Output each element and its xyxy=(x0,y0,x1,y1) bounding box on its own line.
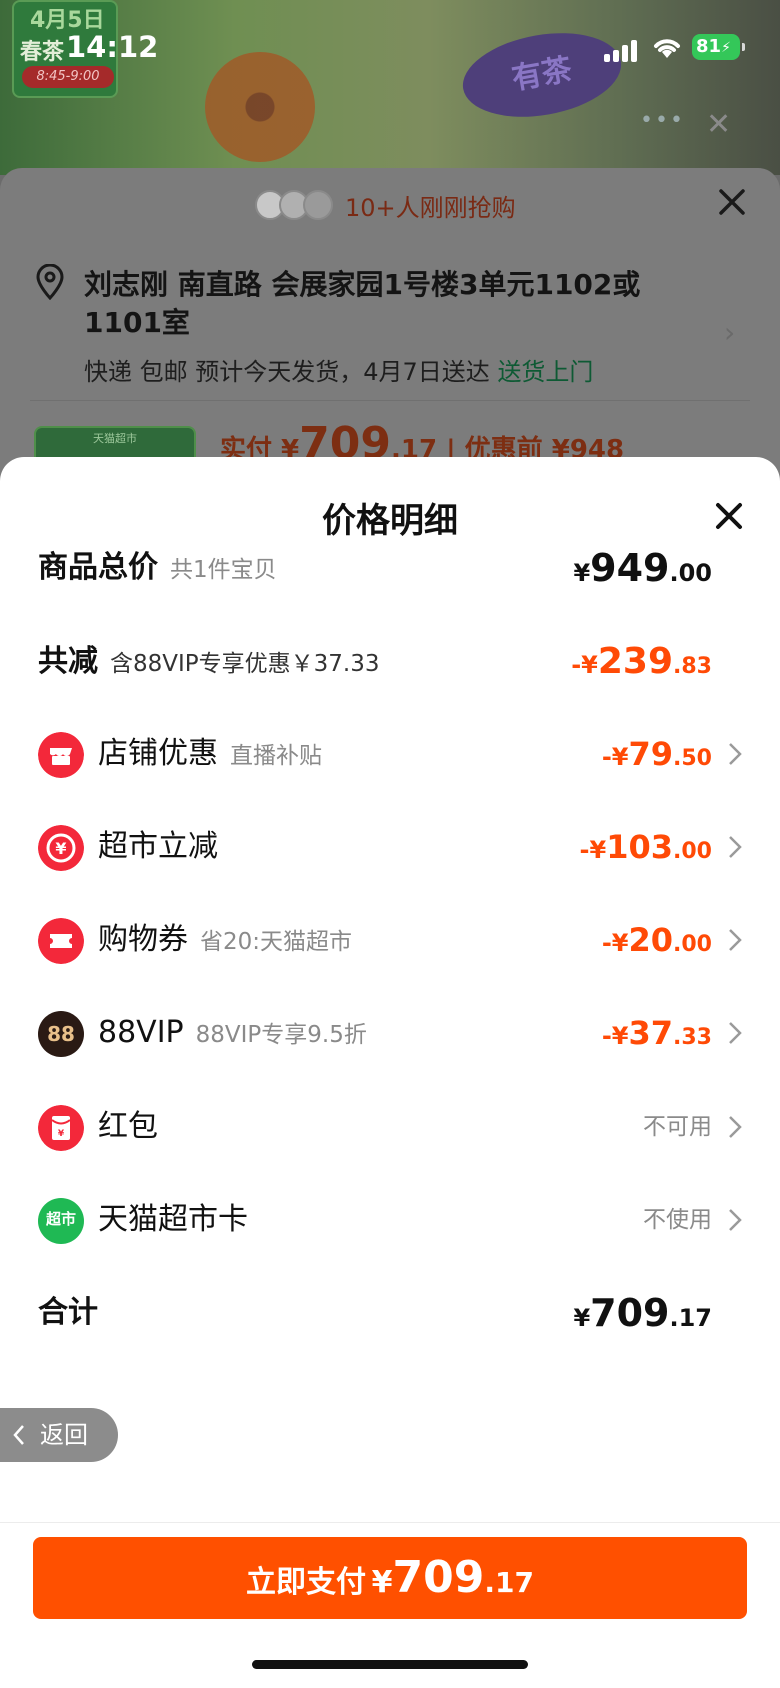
avatar xyxy=(303,190,333,220)
pay-now-button[interactable]: 立即支付 ¥709.17 xyxy=(33,1537,747,1619)
goods-total-amount: ¥949.00 xyxy=(573,546,712,590)
buyer-avatars xyxy=(255,190,335,224)
discount-label: 天猫超市卡 xyxy=(98,1190,248,1250)
coupon-icon xyxy=(38,918,84,964)
pay-currency: ¥ xyxy=(371,1565,393,1600)
tmall-card-icon: 超市 xyxy=(38,1198,84,1244)
discount-amount: -¥79.50 xyxy=(601,735,712,773)
chevron-right-icon[interactable] xyxy=(726,833,744,861)
discount-label: 超市立减 xyxy=(98,817,218,877)
status-time: 14:12 xyxy=(66,30,159,64)
discount-title: 购物券 xyxy=(98,922,188,957)
back-label: 返回 xyxy=(40,1421,88,1449)
discount-row-tmall-card[interactable]: 超市 天猫超市卡 不使用 xyxy=(38,1190,744,1250)
price-detail-modal: 价格明细 商品总价 共1件宝贝 ¥949.00 共减 含88VIP专享优惠￥37.3… xyxy=(0,457,780,1688)
delivery-info: 快递 包邮 预计今天发货，4月7日送达 送货上门 xyxy=(84,352,593,387)
vip88-icon: 88 xyxy=(38,1011,84,1057)
delivery-door-link[interactable]: 送货上门 xyxy=(497,358,593,386)
close-icon[interactable] xyxy=(712,499,746,533)
grand-total-label: 合计 xyxy=(38,1295,98,1330)
discount-note: 直播补贴 xyxy=(230,743,322,769)
modal-title: 价格明细 xyxy=(322,501,458,541)
red-packet-icon: ¥ xyxy=(38,1105,84,1151)
pay-dec: .17 xyxy=(484,1566,534,1599)
home-indicator xyxy=(252,1660,528,1669)
divider xyxy=(0,1522,780,1523)
chevron-right-icon[interactable] xyxy=(726,1206,744,1234)
grand-total-row: 合计 ¥709.17 xyxy=(38,1283,744,1343)
cellular-signal-icon xyxy=(604,38,640,62)
discount-row-supermarket[interactable]: ¥ 超市立减 -¥103.00 xyxy=(38,817,744,877)
chevron-right-icon[interactable] xyxy=(726,740,744,768)
discount-title: 红包 xyxy=(98,1109,158,1144)
discount-note: 88VIP专享9.5折 xyxy=(195,1022,367,1048)
discount-title: 天猫超市卡 xyxy=(98,1202,248,1237)
discount-row-red-packet[interactable]: ¥ 红包 不可用 xyxy=(38,1097,744,1157)
location-pin-icon xyxy=(36,264,64,300)
goods-total-row: 商品总价 共1件宝贝 ¥949.00 xyxy=(38,538,744,598)
discount-amount: -¥103.00 xyxy=(579,828,712,866)
goods-total-text: 商品总价 xyxy=(38,550,158,585)
battery-icon: 81⚡ xyxy=(692,34,745,60)
discount-title: 88VIP xyxy=(98,1015,184,1050)
pay-int: 709 xyxy=(392,1552,485,1603)
total-reduction-label: 共减 含88VIP专享优惠￥37.33 xyxy=(38,632,380,694)
shop-icon xyxy=(38,732,84,778)
divider xyxy=(30,400,750,401)
delivery-estimate: 快递 包邮 预计今天发货，4月7日送达 xyxy=(84,358,490,386)
discount-label: 红包 xyxy=(98,1097,158,1157)
svg-text:¥: ¥ xyxy=(55,839,66,858)
close-live-icon: ✕ xyxy=(706,107,732,142)
chevron-left-icon xyxy=(13,1425,24,1445)
thumb-label: 天猫超市 xyxy=(93,432,137,445)
discount-row-store[interactable]: 店铺优惠 直播补贴 -¥79.50 xyxy=(38,724,744,784)
pay-label: 立即支付 xyxy=(246,1565,367,1600)
status-bar: 14:12 81⚡ xyxy=(0,0,780,98)
discount-row-88vip[interactable]: 88 88VIP 88VIP专享9.5折 -¥37.33 xyxy=(38,1003,744,1063)
recent-buyers-text: 10+人刚刚抢购 xyxy=(345,194,516,222)
wifi-icon xyxy=(654,39,680,58)
total-reduction-row: 共减 含88VIP专享优惠￥37.33 -¥239.83 xyxy=(38,632,744,692)
discount-row-coupon[interactable]: 购物券 省20:天猫超市 -¥20.00 xyxy=(38,910,744,970)
discount-label: 购物券 省20:天猫超市 xyxy=(98,910,352,972)
shipping-address[interactable]: 刘志刚 南直路 会展家园1号楼3单元1102或1101室 xyxy=(84,266,704,342)
total-reduction-amount: -¥239.83 xyxy=(571,641,712,682)
discount-label: 88VIP 88VIP专享9.5折 xyxy=(98,1003,367,1065)
chevron-right-icon[interactable] xyxy=(726,926,744,954)
discount-amount: -¥20.00 xyxy=(601,921,712,959)
chevron-right-icon[interactable]: › xyxy=(724,316,735,349)
vip-saving-note: 含88VIP专享优惠￥37.33 xyxy=(110,651,380,677)
discount-status: 不可用 xyxy=(643,1114,712,1140)
goods-total-label: 商品总价 共1件宝贝 xyxy=(38,538,277,600)
order-confirm-sheet: 10+人刚刚抢购 刘志刚 南直路 会展家园1号楼3单元1102或1101室 快递… xyxy=(0,168,780,488)
discount-amount: -¥37.33 xyxy=(601,1014,712,1052)
discount-title: 店铺优惠 xyxy=(98,736,218,771)
chevron-right-icon[interactable] xyxy=(726,1113,744,1141)
supermarket-discount-icon: ¥ xyxy=(38,825,84,871)
discount-title: 超市立减 xyxy=(98,829,218,864)
chevron-right-icon[interactable] xyxy=(726,1019,744,1047)
close-icon[interactable] xyxy=(716,186,748,218)
svg-text:¥: ¥ xyxy=(58,1129,65,1139)
discount-note: 省20:天猫超市 xyxy=(200,929,353,955)
total-reduction-text: 共减 xyxy=(38,644,98,679)
more-icon: ••• xyxy=(640,108,685,133)
discount-status: 不使用 xyxy=(643,1207,712,1233)
grand-total-amount: ¥709.17 xyxy=(573,1291,712,1335)
back-button[interactable]: 返回 xyxy=(0,1408,118,1462)
battery-level: 81 xyxy=(696,36,722,57)
goods-count: 共1件宝贝 xyxy=(170,557,277,583)
discount-label: 店铺优惠 直播补贴 xyxy=(98,724,322,786)
